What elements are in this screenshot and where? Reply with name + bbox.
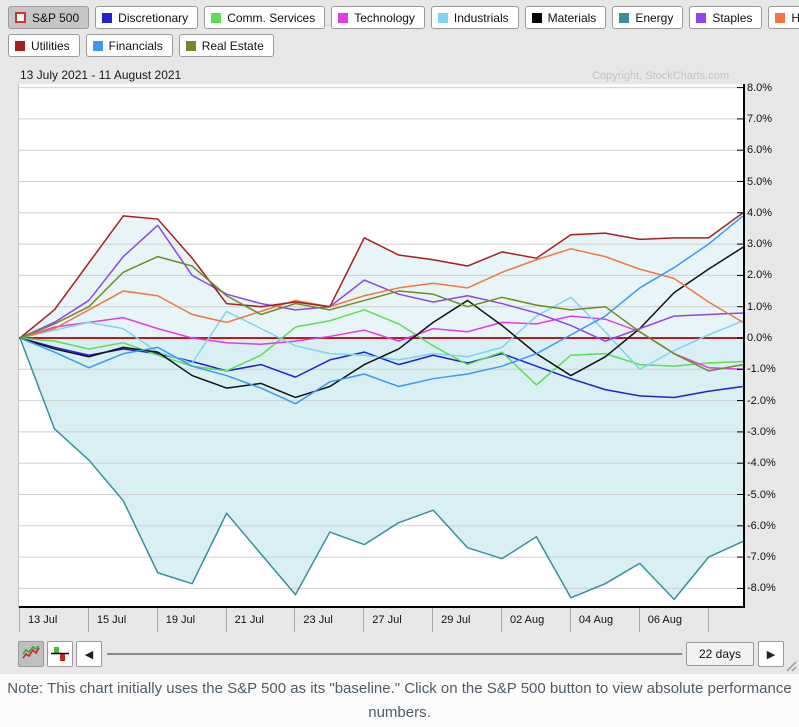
x-axis-label: 15 Jul — [97, 614, 126, 626]
y-axis-label: 6.0% — [747, 143, 772, 157]
chart-row: 8.0% 7.0% 6.0% 5.0% 4.0% 3.0% 2.0% 1.0% 0.0% -1.0… — [8, 84, 799, 608]
legend-button-label: Utilities — [31, 39, 70, 53]
legend-button-label: Staples — [712, 11, 752, 25]
perf-chart-svg — [19, 84, 745, 608]
legend-button-label: Technology — [354, 11, 415, 25]
legend-button-label: Discretionary — [118, 11, 188, 25]
legend-swatch-icon — [186, 41, 196, 51]
x-axis-tick — [639, 608, 640, 632]
legend-button-financials[interactable]: Financials — [86, 34, 173, 57]
x-axis-label: 19 Jul — [166, 614, 195, 626]
y-axis-label: 2.0% — [747, 268, 772, 282]
x-axis-label: 27 Jul — [372, 614, 401, 626]
legend-swatch-icon — [775, 13, 785, 23]
resize-grip[interactable] — [783, 658, 797, 672]
y-axis-label: -8.0% — [747, 581, 776, 595]
legend-button-s-p-500[interactable]: S&P 500 — [8, 6, 89, 29]
legend-button-label: Industrials — [454, 11, 509, 25]
scroll-right-button[interactable]: ▶ — [758, 641, 784, 667]
legend-button-label: Real Estate — [202, 39, 264, 53]
x-axis-tick — [226, 608, 227, 632]
legend-button-label: Energy — [635, 11, 673, 25]
y-axis-label: -6.0% — [747, 519, 776, 533]
x-axis-tick — [157, 608, 158, 632]
y-axis-label: 1.0% — [747, 300, 772, 314]
x-axis-tick — [432, 608, 433, 632]
x-axis-tick — [501, 608, 502, 632]
y-axis-label: -1.0% — [747, 362, 776, 376]
legend-swatch-icon — [15, 12, 26, 23]
legend-button-health-care[interactable]: Health Care — [768, 6, 799, 29]
legend-swatch-icon — [696, 13, 706, 23]
copyright-label: Copyright, StockCharts.com — [592, 70, 729, 82]
legend-swatch-icon — [338, 13, 348, 23]
range-duration-box[interactable]: 22 days — [686, 642, 754, 666]
date-range-label: 13 July 2021 - 11 August 2021 — [20, 68, 181, 82]
legend-button-label: Financials — [109, 39, 163, 53]
y-axis-label: 7.0% — [747, 112, 772, 126]
date-slider-track[interactable] — [107, 653, 682, 655]
plot-area — [18, 84, 744, 608]
y-axis-label: -4.0% — [747, 456, 776, 470]
chart-toolbar: ◀ 22 days ▶ — [18, 640, 787, 668]
y-axis-label: -3.0% — [747, 425, 776, 439]
legend-swatch-icon — [15, 41, 25, 51]
legend-row-2: Utilities Financials Real Estate — [8, 34, 799, 57]
legend-button-utilities[interactable]: Utilities — [8, 34, 80, 57]
x-axis-tick — [363, 608, 364, 632]
legend-button-materials[interactable]: Materials — [525, 6, 607, 29]
histogram-mode-button[interactable] — [47, 641, 73, 667]
x-axis-tick — [294, 608, 295, 632]
y-axis-label: 3.0% — [747, 237, 772, 251]
x-axis-tick — [19, 608, 20, 632]
x-axis-label: 29 Jul — [441, 614, 470, 626]
scroll-left-button[interactable]: ◀ — [76, 641, 102, 667]
y-axis-label: -5.0% — [747, 488, 776, 502]
x-axis-tick — [88, 608, 89, 632]
y-axis-label: 0.0% — [747, 331, 772, 345]
chart-header: 13 July 2021 - 11 August 2021 Copyright,… — [8, 62, 799, 84]
x-axis: 13 Jul 15 Jul 19 Jul 21 Jul 23 Jul 27 Jul 29 J… — [8, 608, 745, 634]
footer: Note: This chart initially uses the S&P … — [0, 674, 799, 727]
legend-button-staples[interactable]: Staples — [689, 6, 762, 29]
y-axis-label: 5.0% — [747, 175, 772, 189]
legend-button-industrials[interactable]: Industrials — [431, 6, 519, 29]
x-axis-label: 02 Aug — [510, 614, 544, 626]
y-axis-labels: 8.0% 7.0% 6.0% 5.0% 4.0% 3.0% 2.0% 1.0% 0.0% -1.0… — [744, 84, 799, 608]
x-axis-tick — [708, 608, 709, 632]
legend-button-label: Materials — [548, 11, 597, 25]
legend-button-label: Comm. Services — [227, 11, 315, 25]
x-axis-label: 23 Jul — [303, 614, 332, 626]
x-axis-label: 13 Jul — [28, 614, 57, 626]
x-axis-tick — [570, 608, 571, 632]
histogram-mode-icon — [51, 645, 69, 663]
x-axis-label: 21 Jul — [235, 614, 264, 626]
legend-swatch-icon — [619, 13, 629, 23]
y-axis-label: -7.0% — [747, 550, 776, 564]
legend-button-label: Health Care — [791, 11, 799, 25]
perfchart-app: S&P 500 Discretionary Comm. Services Techno… — [0, 0, 799, 674]
legend-swatch-icon — [532, 13, 542, 23]
y-axis-label: 4.0% — [747, 206, 772, 220]
baseline-note: Note: This chart initially uses the S&P … — [5, 677, 795, 724]
legend-button-comm-services[interactable]: Comm. Services — [204, 6, 325, 29]
y-axis-label: -2.0% — [747, 394, 776, 408]
line-chart-mode-icon — [22, 645, 40, 663]
legend-button-energy[interactable]: Energy — [612, 6, 683, 29]
x-axis-label: 04 Aug — [579, 614, 613, 626]
line-chart-mode-button[interactable] — [18, 641, 44, 667]
legend-swatch-icon — [102, 13, 112, 23]
legend-button-label: S&P 500 — [32, 11, 79, 25]
legend-swatch-icon — [211, 13, 221, 23]
legend-swatch-icon — [93, 41, 103, 51]
legend-button-technology[interactable]: Technology — [331, 6, 425, 29]
legend-button-discretionary[interactable]: Discretionary — [95, 6, 198, 29]
x-axis-label: 06 Aug — [648, 614, 682, 626]
legend-row-1: S&P 500 Discretionary Comm. Services Techno… — [8, 6, 799, 29]
y-axis-label: 8.0% — [747, 81, 772, 95]
legend-button-real-estate[interactable]: Real Estate — [179, 34, 274, 57]
legend-swatch-icon — [438, 13, 448, 23]
